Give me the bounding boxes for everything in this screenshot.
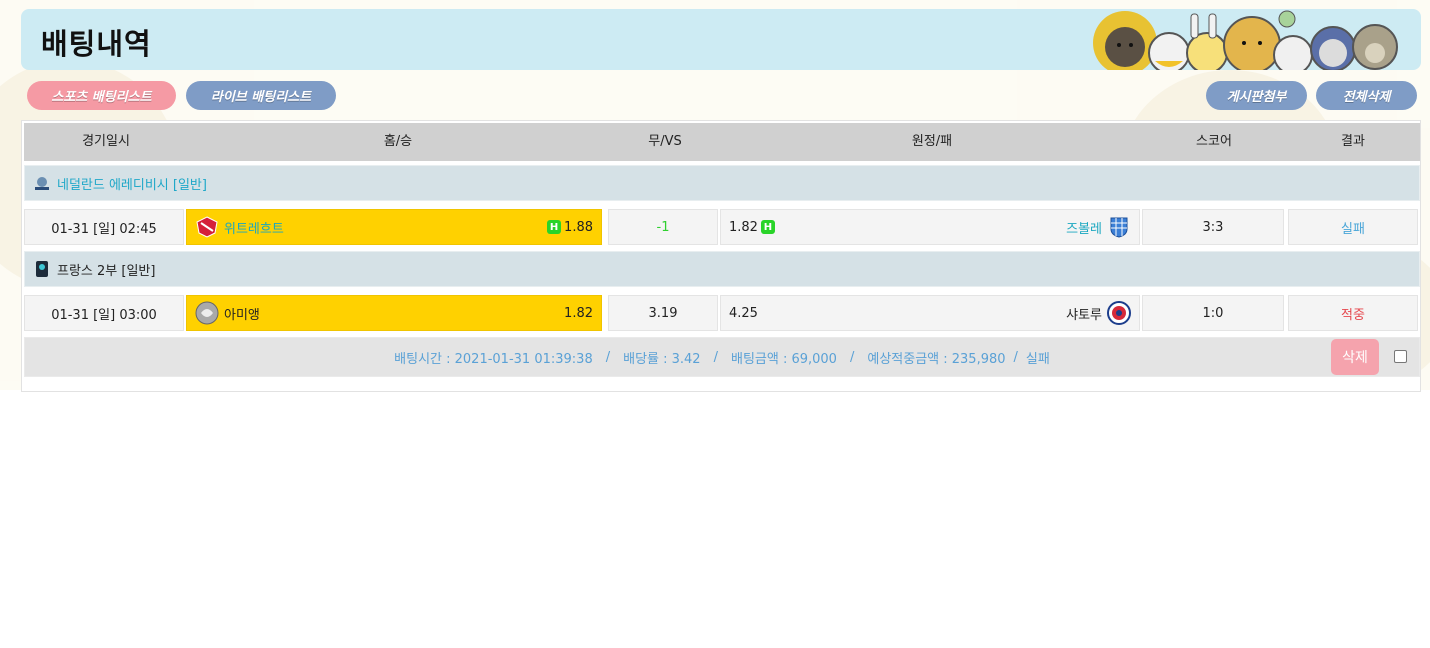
delete-all-button[interactable]: 전체삭제 xyxy=(1316,81,1417,110)
separator: / xyxy=(1013,349,1018,365)
handicap-icon: H xyxy=(760,220,775,234)
handicap-icon: H xyxy=(547,220,562,234)
chateauroux-logo-icon xyxy=(1107,301,1131,325)
match-result: 실패 xyxy=(1288,209,1418,245)
league-row: 프랑스 2부 [일반] xyxy=(24,251,1420,287)
away-odds: 1.82 xyxy=(729,219,758,235)
away-team-name: 즈볼레 xyxy=(1066,221,1102,237)
separator: / xyxy=(605,349,611,365)
odds-rate: 배당률 : 3.42 xyxy=(623,351,701,367)
league-row: 네덜란드 에레디비시 [일반] xyxy=(24,165,1420,201)
away-team-name: 샤토루 xyxy=(1066,307,1102,323)
utrecht-logo-icon xyxy=(196,216,218,238)
bet-amount: 배팅금액 : 69,000 xyxy=(730,351,837,367)
league-name: 프랑스 2부 [일반] xyxy=(57,263,156,279)
bet-time: 배팅시간 : 2021-01-31 01:39:38 xyxy=(394,351,593,367)
bet-summary: 배팅시간 : 2021-01-31 01:39:38 / 배당률 : 3.42 … xyxy=(24,337,1420,377)
draw-value: -1 xyxy=(656,219,670,235)
eredivisie-icon xyxy=(35,177,49,190)
sports-bet-list-button[interactable]: 스포츠 배팅리스트 xyxy=(27,81,176,110)
match-date: 01-31 [일] 03:00 xyxy=(24,295,184,331)
draw-value: 3.19 xyxy=(648,305,678,321)
expected-win-amount: 예상적중금액 : 235,980 xyxy=(867,351,1006,367)
live-bet-list-button[interactable]: 라이브 배팅리스트 xyxy=(186,81,336,110)
select-checkbox[interactable] xyxy=(1394,350,1407,363)
character-illustration xyxy=(1093,10,1398,70)
header-draw-vs: 무/VS xyxy=(648,134,682,149)
page-title: 배팅내역 xyxy=(41,27,152,61)
home-bet-cell[interactable]: 위트레흐트 H 1.88 xyxy=(186,209,602,245)
header-away-loss: 원정/패 xyxy=(911,134,953,149)
result-text: 실패 xyxy=(1341,221,1365,237)
match-date: 01-31 [일] 02:45 xyxy=(24,209,184,245)
separator: / xyxy=(849,349,855,365)
away-odds: 4.25 xyxy=(729,305,758,321)
zwolle-logo-icon xyxy=(1110,217,1128,238)
match-result: 적중 xyxy=(1288,295,1418,331)
amiens-logo-icon xyxy=(195,301,219,325)
home-odds: 1.82 xyxy=(564,305,593,321)
draw-bet-cell[interactable]: -1 xyxy=(608,209,718,245)
header-score: 스코어 xyxy=(1196,134,1232,149)
header-home-win: 홈/승 xyxy=(383,134,413,149)
bet-history-table: 경기일시 홈/승 무/VS 원정/패 스코어 결과 네덜란드 에레디비시 [일반… xyxy=(21,120,1421,392)
away-bet-cell[interactable]: 4.25 샤토루 xyxy=(720,295,1140,331)
league-name: 네덜란드 에레디비시 [일반] xyxy=(57,177,207,193)
delete-button[interactable]: 삭제 xyxy=(1331,339,1379,375)
away-bet-cell[interactable]: 1.82 H 즈볼레 xyxy=(720,209,1140,245)
draw-bet-cell[interactable]: 3.19 xyxy=(608,295,718,331)
match-score: 3:3 xyxy=(1142,209,1284,245)
separator: / xyxy=(713,349,718,365)
header-match-date: 경기일시 xyxy=(82,134,130,149)
bet-status: 실패 xyxy=(1025,351,1050,367)
result-text: 적중 xyxy=(1341,307,1365,323)
attach-to-board-button[interactable]: 게시판첨부 xyxy=(1206,81,1307,110)
home-team-name: 아미앵 xyxy=(224,307,260,323)
home-team-name: 위트레흐트 xyxy=(224,221,284,237)
table-header: 경기일시 홈/승 무/VS 원정/패 스코어 결과 xyxy=(24,123,1420,161)
page-header: 배팅내역 xyxy=(21,9,1421,70)
home-odds: 1.88 xyxy=(564,219,593,235)
home-bet-cell[interactable]: 아미앵 1.82 xyxy=(186,295,602,331)
header-result: 결과 xyxy=(1341,134,1365,149)
ligue2-icon xyxy=(36,261,48,277)
match-score: 1:0 xyxy=(1142,295,1284,331)
